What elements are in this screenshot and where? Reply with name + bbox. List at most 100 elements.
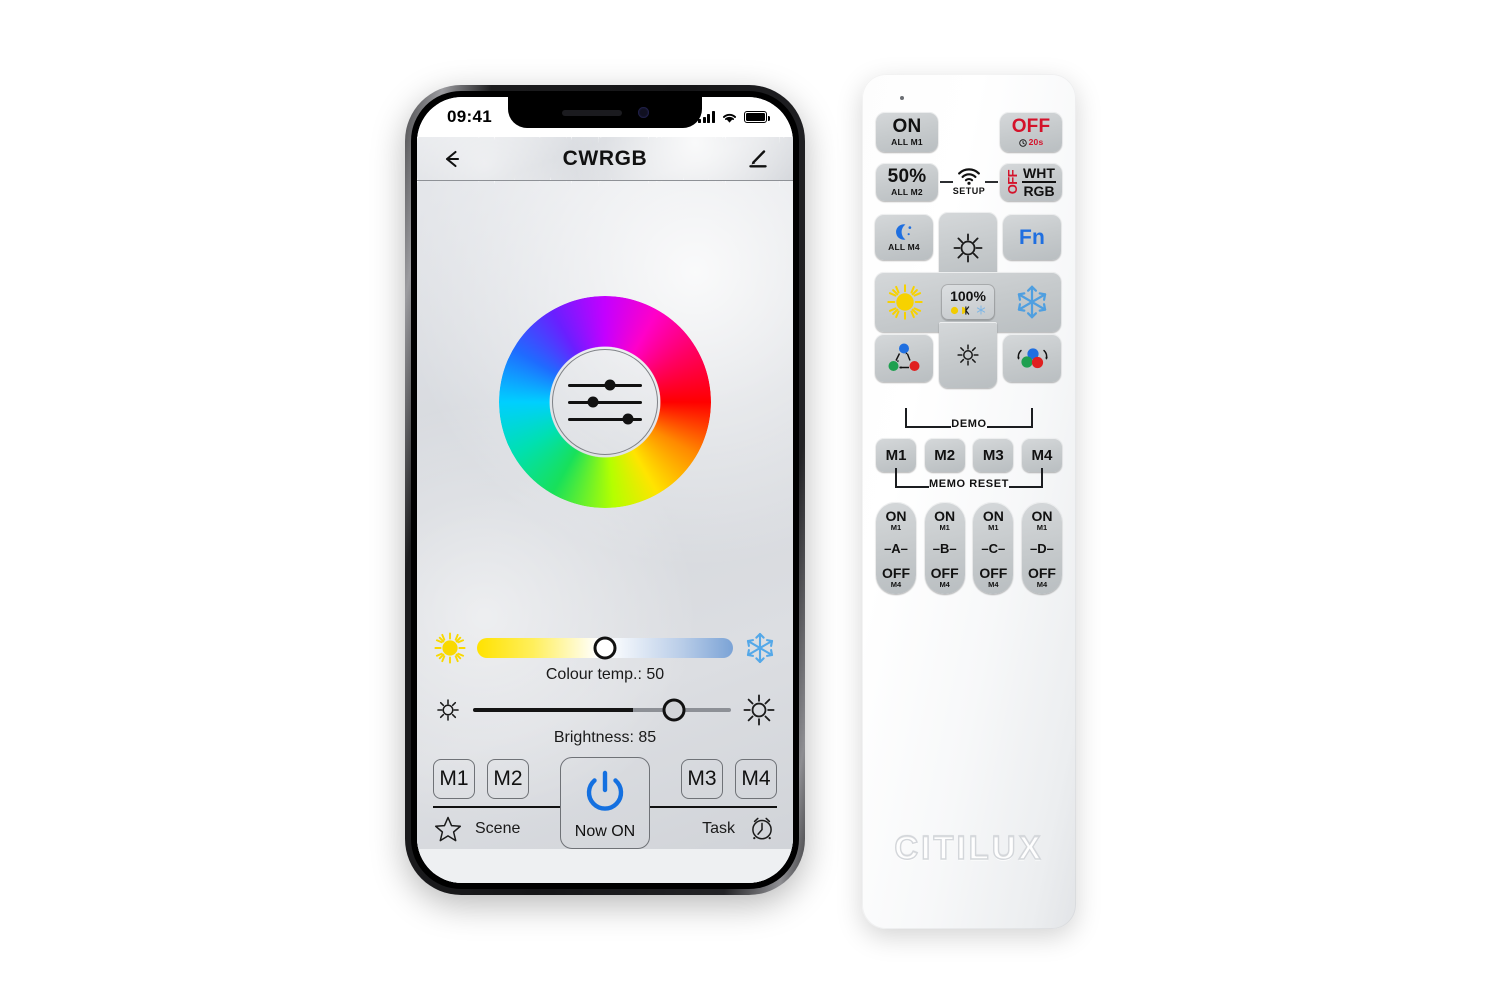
- remote-channel-c-button[interactable]: ON M1 –C– OFF M4: [973, 502, 1014, 594]
- front-camera-icon: [637, 107, 649, 118]
- remote-hundred-percent-button[interactable]: 100%: [941, 284, 995, 320]
- remote-setup-indicator[interactable]: SETUP: [938, 168, 1000, 196]
- ir-remote-control: ON ALL M1 OFF 20s 50% ALL M2 SETUP OFF W…: [862, 74, 1076, 929]
- memo-label-m2: M2: [934, 446, 956, 464]
- power-icon: [586, 770, 624, 811]
- brightness-slider-row: [433, 692, 777, 728]
- timer-icon: [1018, 138, 1027, 147]
- battery-icon: [744, 111, 771, 123]
- phone-screen: 09:41 CWRGB Colour temp.: 50 Brightness:…: [417, 97, 793, 883]
- chan-a-mid: –A–: [884, 541, 908, 556]
- low-brightness-icon: [437, 699, 459, 721]
- remote-memo-m4-button[interactable]: M4: [1021, 438, 1062, 472]
- pencil-edit-icon[interactable]: [743, 144, 773, 174]
- bottom-controls: M1 M2 Scene Now ON M3 M4 Task: [417, 757, 793, 849]
- remote-50-percent-button[interactable]: 50% ALL M2: [876, 163, 938, 201]
- remote-off-20s-button[interactable]: OFF 20s: [1000, 112, 1062, 152]
- chan-c-on: ON: [982, 508, 1004, 524]
- chan-a-off-sub: M4: [890, 579, 902, 589]
- remote-wht-rgb-button[interactable]: OFF WHT RGB: [1000, 163, 1062, 201]
- remote-memo-m1-button[interactable]: M1: [876, 438, 916, 472]
- remote-memo-row: M1 M2 M3 M4: [876, 438, 1062, 472]
- fn-label: Fn: [1018, 225, 1046, 249]
- left-memory-column: M1 M2 Scene: [433, 759, 560, 848]
- fifty-sub-label: ALL M2: [891, 187, 923, 198]
- memory-button-m3[interactable]: M3: [681, 759, 723, 799]
- colour-wheel-zone: [417, 181, 793, 631]
- remote-memo-m3-button[interactable]: M3: [973, 438, 1014, 472]
- remote-cool-white-button[interactable]: [1013, 283, 1051, 321]
- scene-label: Scene: [475, 819, 521, 837]
- remote-on-all-m1-button[interactable]: ON ALL M1: [876, 112, 938, 152]
- remote-fn-button[interactable]: Fn: [1003, 214, 1061, 260]
- chan-c-off-sub: M4: [988, 579, 999, 589]
- fifty-label: 50%: [887, 166, 927, 188]
- brightness-knob[interactable]: [662, 698, 686, 722]
- chan-a-off: OFF: [882, 564, 910, 581]
- remote-demo-jump-button[interactable]: [875, 334, 933, 382]
- hundred-label: 100%: [950, 288, 986, 304]
- scene-root: 09:41 CWRGB Colour temp.: 50 Brightness:…: [0, 0, 1500, 1000]
- right-memory-column: M3 M4 Task: [650, 759, 777, 848]
- warm-dot-icon: [950, 306, 959, 314]
- chan-c-off: OFF: [979, 564, 1008, 581]
- brightness-bar: [473, 708, 731, 712]
- chan-b-off: OFF: [930, 564, 959, 581]
- brand-logo: CITILUX: [894, 828, 1044, 866]
- remote-channel-a-button[interactable]: ON M1 –A– OFF M4: [876, 502, 916, 594]
- earpiece-speaker: [561, 109, 622, 116]
- chan-d-off: OFF: [1027, 564, 1056, 581]
- task-control[interactable]: Task: [650, 808, 777, 848]
- remote-night-mode-button[interactable]: ALL M4: [875, 214, 933, 260]
- warm-sun-icon: [887, 284, 923, 320]
- memory-button-m4[interactable]: M4: [735, 759, 777, 799]
- wht-label: WHT: [1023, 165, 1055, 182]
- colour-temp-knob[interactable]: [593, 636, 617, 660]
- remote-channel-row: ON M1 –A– OFF M4 ON M1 –B– OFF M4 ON M1 …: [876, 502, 1062, 594]
- phone-bezel: 09:41 CWRGB Colour temp.: 50 Brightness:…: [411, 91, 799, 889]
- remote-memo-m2-button[interactable]: M2: [924, 438, 965, 472]
- memo-label-m3: M3: [982, 446, 1004, 464]
- remote-dpad-cluster: ALL M4 Fn 100%: [875, 212, 1061, 412]
- chan-c-mid: –C–: [981, 541, 1006, 556]
- colour-temp-track[interactable]: [477, 636, 733, 660]
- high-brightness-icon: [743, 694, 775, 726]
- kelvin-icon: [962, 305, 970, 315]
- app-header: CWRGB: [417, 137, 793, 181]
- task-label: Task: [702, 819, 735, 837]
- demo-label: DEMO: [951, 418, 987, 430]
- phone-notch: [508, 97, 702, 128]
- colour-wheel[interactable]: [499, 296, 711, 508]
- remote-channel-d-button[interactable]: ON M1 –D– OFF M4: [1021, 502, 1062, 594]
- remote-warm-white-button[interactable]: [885, 282, 925, 322]
- chan-d-on-sub: M1: [1036, 523, 1048, 532]
- power-button[interactable]: Now ON: [559, 757, 651, 849]
- rgb-label: RGB: [1023, 182, 1055, 199]
- memory-button-m1[interactable]: M1: [433, 759, 475, 799]
- chan-b-on: ON: [934, 508, 956, 524]
- on-label: ON: [892, 116, 922, 138]
- back-arrow-icon[interactable]: [437, 144, 467, 174]
- memory-button-m2[interactable]: M2: [487, 759, 529, 799]
- brightness-label: Brightness: 85: [553, 729, 657, 746]
- moon-sub-label: ALL M4: [888, 241, 920, 252]
- moon-icon: [896, 224, 912, 240]
- brightness-track[interactable]: [473, 698, 731, 722]
- remote-channel-b-button[interactable]: ON M1 –B– OFF M4: [924, 502, 965, 594]
- warm-sun-icon: [434, 632, 466, 664]
- sun-icon: [953, 233, 983, 263]
- alarm-clock-icon: [752, 817, 772, 840]
- remote-demo-fade-button[interactable]: [1003, 334, 1061, 382]
- scene-control[interactable]: Scene: [433, 808, 560, 848]
- sliders-icon[interactable]: [552, 349, 658, 455]
- star-icon: [434, 816, 462, 841]
- chan-b-on-sub: M1: [939, 523, 950, 532]
- memo-reset-label: MEMO RESET: [929, 478, 1009, 490]
- page-title: CWRGB: [562, 146, 648, 170]
- setup-label: SETUP: [952, 186, 986, 196]
- rgb-fade-icon: [1017, 348, 1048, 369]
- remote-brightness-down-button[interactable]: [939, 322, 997, 388]
- chan-d-off-sub: M4: [1036, 579, 1048, 589]
- remote-row-setup: 50% ALL M2 SETUP OFF WHT RGB: [876, 163, 1062, 201]
- chan-a-on: ON: [885, 508, 907, 524]
